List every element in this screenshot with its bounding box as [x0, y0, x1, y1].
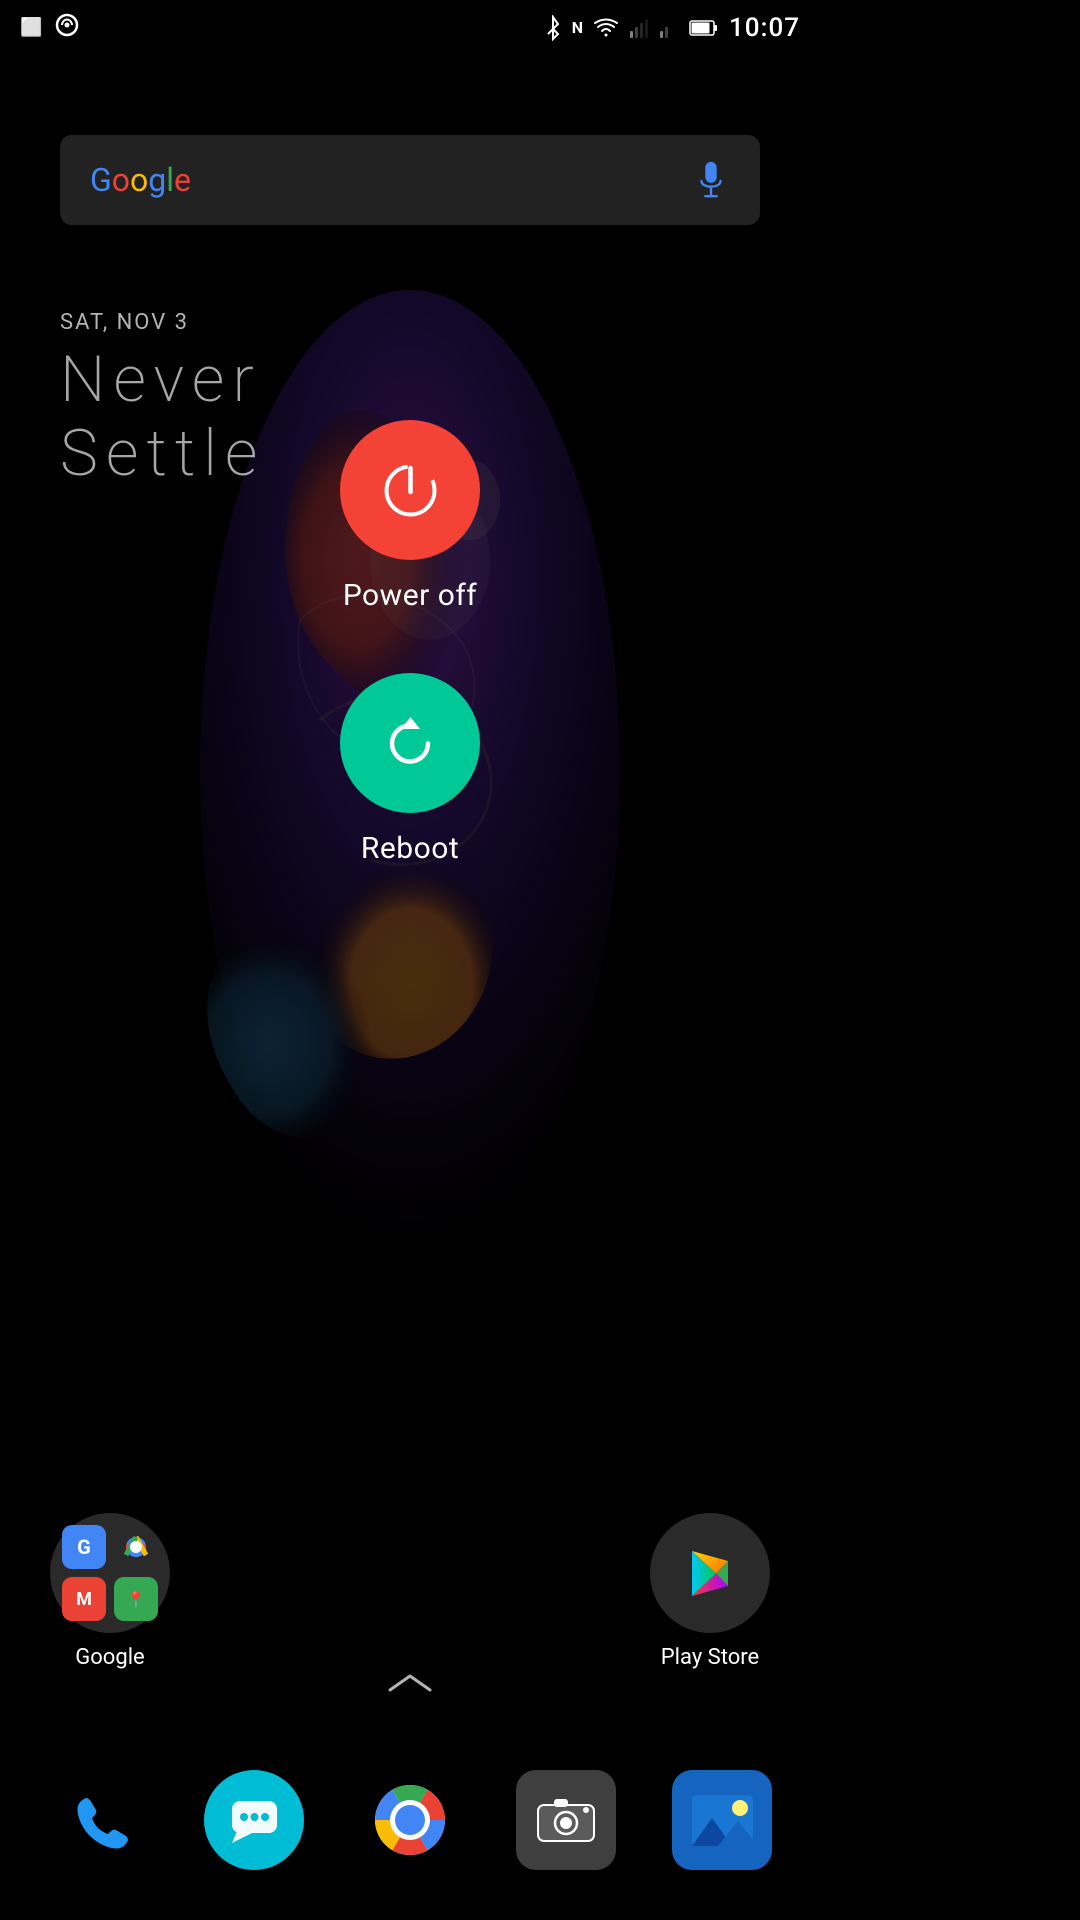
voice-search-button[interactable] — [692, 161, 730, 199]
signal2-icon — [659, 17, 679, 39]
time-display: 10:07 — [729, 13, 800, 43]
google-folder-icon: G M 📍 — [50, 1513, 170, 1633]
tagline-line2: Settle — [60, 417, 265, 491]
dock-phone-button[interactable] — [48, 1770, 148, 1870]
power-menu: Power off Reboot — [340, 420, 480, 926]
bluetooth-icon — [544, 15, 562, 41]
power-off-icon — [378, 458, 443, 523]
signal-icon — [629, 17, 649, 39]
dock-gallery-button[interactable] — [672, 1770, 772, 1870]
date-area: SAT, NOV 3 Never Settle — [60, 310, 265, 490]
gmail-mini: M — [62, 1577, 106, 1621]
google-folder-app[interactable]: G M 📍 Google — [50, 1513, 170, 1670]
wifi-icon — [593, 17, 619, 39]
app-drawer-hint[interactable] — [385, 1668, 435, 1705]
google-folder-label: Google — [75, 1645, 144, 1670]
dock — [0, 1720, 820, 1920]
play-store-icon — [650, 1513, 770, 1633]
sim-icon: ⬜ — [20, 17, 42, 38]
sync-icon — [54, 12, 80, 43]
dock-messages-button[interactable] — [204, 1770, 304, 1870]
home-apps-row: G M 📍 Google — [0, 1513, 820, 1670]
nfc-icon: N — [572, 18, 583, 37]
reboot-label: Reboot — [361, 831, 459, 866]
date-display: SAT, NOV 3 — [60, 310, 265, 335]
play-store-app[interactable]: Play Store — [650, 1513, 770, 1670]
power-off-label: Power off — [343, 578, 477, 613]
chrome-mini — [114, 1525, 158, 1569]
maps-mini: 📍 — [114, 1577, 158, 1621]
dock-chrome-button[interactable] — [360, 1770, 460, 1870]
google-search-mini: G — [62, 1525, 106, 1569]
play-store-label: Play Store — [661, 1645, 759, 1670]
tagline-display: Never Settle — [60, 343, 265, 490]
google-search-bar[interactable]: Google — [60, 135, 760, 225]
status-left-icons: ⬜ — [20, 12, 80, 43]
status-right-icons: N 10:07 — [544, 13, 800, 43]
tagline-line1: Never — [60, 343, 265, 417]
dock-camera-button[interactable] — [516, 1770, 616, 1870]
battery-icon — [689, 18, 719, 38]
reboot-button[interactable] — [340, 673, 480, 813]
power-off-button[interactable] — [340, 420, 480, 560]
status-bar: ⬜ N — [0, 0, 820, 55]
reboot-icon — [378, 711, 443, 776]
google-logo: Google — [90, 161, 191, 199]
